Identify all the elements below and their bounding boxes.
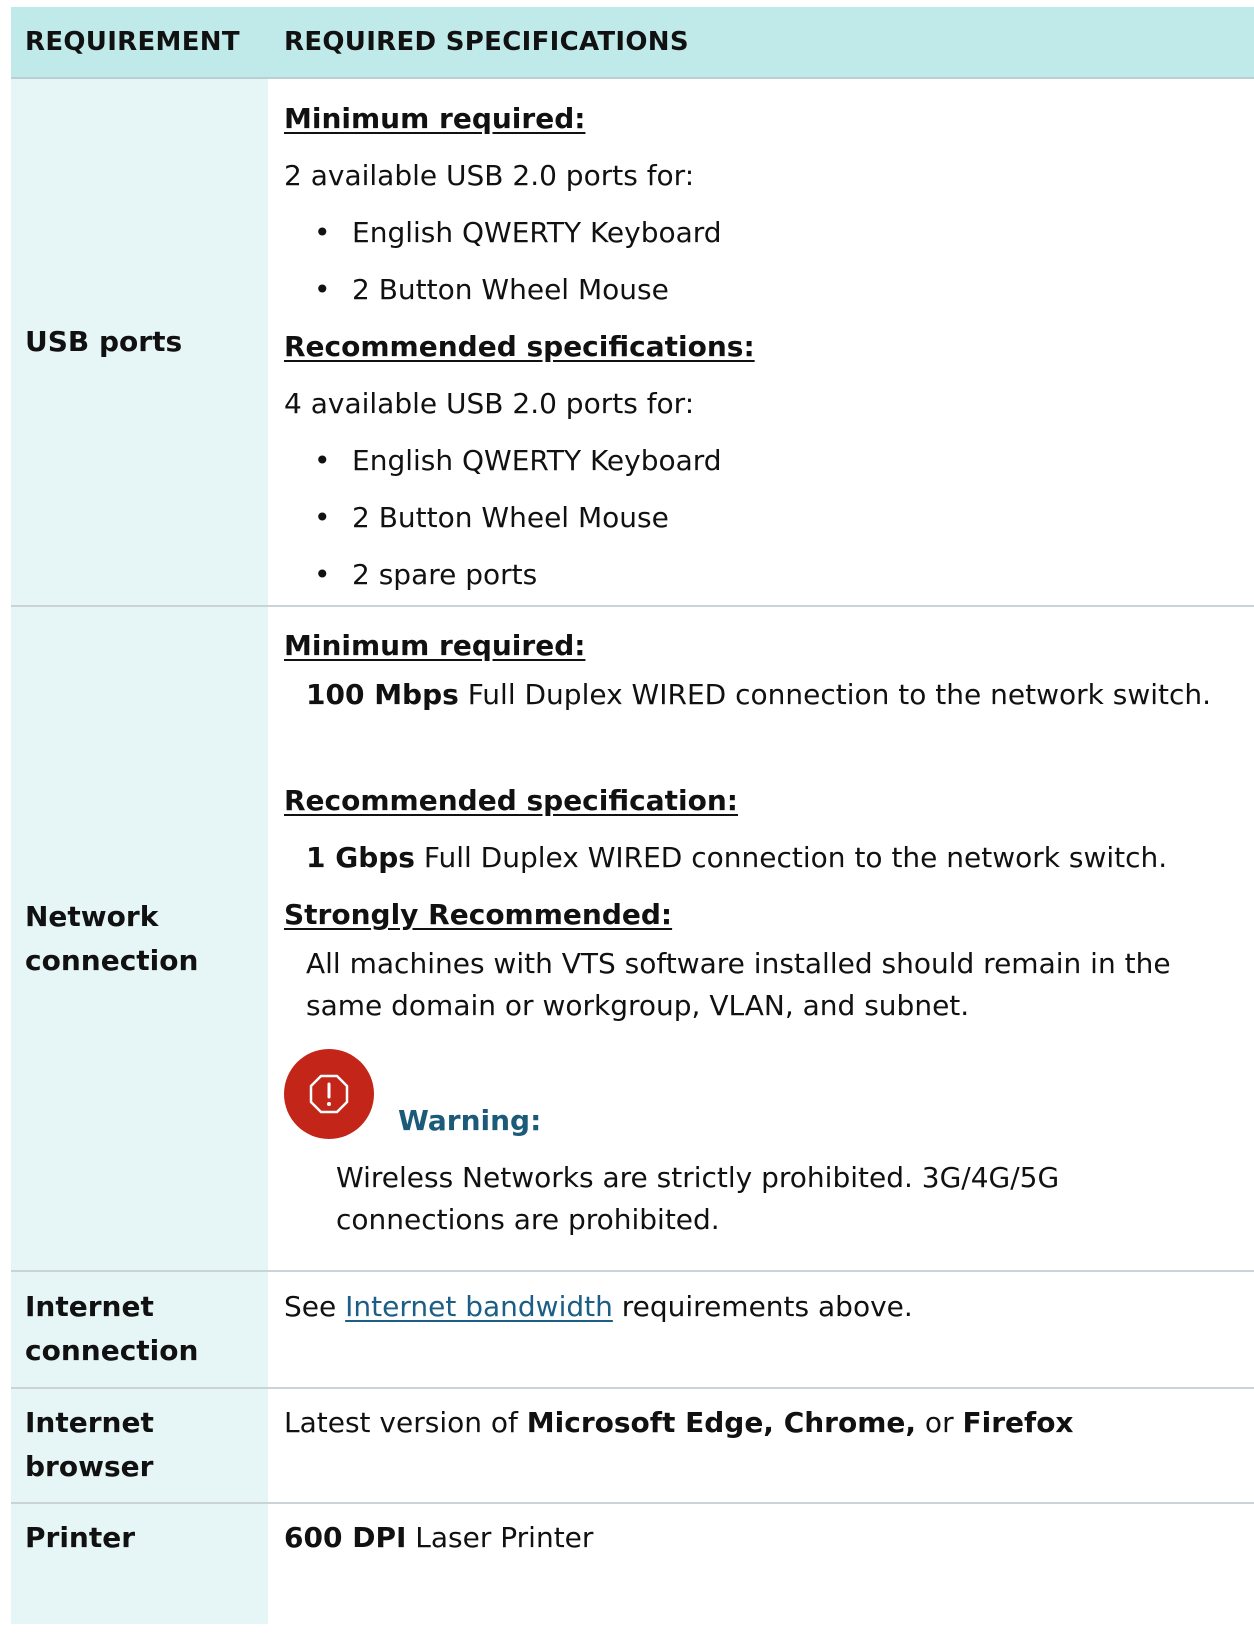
spec-network-connection: Minimum required: 100 Mbps Full Duplex W… bbox=[268, 607, 1254, 1270]
requirements-table: REQUIREMENT REQUIRED SPECIFICATIONS USB … bbox=[11, 7, 1254, 1624]
label-line: Internet bbox=[25, 1290, 154, 1323]
network-min-heading: Minimum required: bbox=[284, 629, 586, 662]
table-row-internet-connection: Internet connection See Internet bandwid… bbox=[11, 1272, 1254, 1389]
usb-min-text: 2 available USB 2.0 ports for: bbox=[284, 159, 695, 192]
usb-rec-text: 4 available USB 2.0 ports for: bbox=[284, 387, 695, 420]
network-min-text: 100 Mbps Full Duplex WIRED connection to… bbox=[306, 678, 1212, 711]
spec-usb-ports: Minimum required: 2 available USB 2.0 po… bbox=[268, 79, 1254, 605]
warning-callout: Warning: Wireless Networks are strictly … bbox=[284, 1043, 1254, 1253]
label-line: Network bbox=[25, 899, 159, 933]
usb-rec-heading: Recommended specifications: bbox=[284, 330, 755, 363]
network-strong-text: All machines with VTS software installed… bbox=[306, 947, 1171, 1022]
network-rec-text: 1 Gbps Full Duplex WIRED connection to t… bbox=[306, 841, 1168, 874]
label-line: connection bbox=[25, 1334, 199, 1367]
spec-internet-connection: See Internet bandwidth requirements abov… bbox=[284, 1290, 913, 1323]
network-strong-heading: Strongly Recommended: bbox=[284, 898, 673, 931]
table-row-network-connection: Network connection Minimum required: 100… bbox=[11, 607, 1254, 1272]
label-internet-connection: Internet connection bbox=[11, 1272, 268, 1387]
label-network-connection: Network connection bbox=[11, 607, 268, 1270]
warning-title: Warning: bbox=[398, 1104, 542, 1137]
header-specifications: REQUIRED SPECIFICATIONS bbox=[284, 27, 689, 57]
header-requirement: REQUIREMENT bbox=[25, 27, 240, 57]
label-internet-browser: Internet browser bbox=[11, 1389, 268, 1502]
label-line: Internet bbox=[25, 1406, 154, 1439]
list-item: English QWERTY Keyboard bbox=[284, 432, 1254, 489]
list-item: 2 spare ports bbox=[284, 546, 1254, 603]
network-rec-heading: Recommended specification: bbox=[284, 784, 738, 817]
internet-bandwidth-link[interactable]: Internet bandwidth bbox=[345, 1290, 613, 1323]
label-line: browser bbox=[25, 1450, 154, 1483]
warning-text: Wireless Networks are strictly prohibite… bbox=[336, 1161, 1060, 1236]
spec-printer: 600 DPI Laser Printer bbox=[284, 1521, 594, 1554]
spec-internet-browser: Latest version of Microsoft Edge, Chrome… bbox=[284, 1406, 1074, 1439]
table-row-usb-ports: USB ports Minimum required: 2 available … bbox=[11, 79, 1254, 607]
usb-min-heading: Minimum required: bbox=[284, 102, 586, 135]
label-usb-ports: USB ports bbox=[11, 79, 268, 605]
list-item: 2 Button Wheel Mouse bbox=[284, 261, 1254, 318]
label-line: connection bbox=[25, 943, 199, 977]
table-header-row: REQUIREMENT REQUIRED SPECIFICATIONS bbox=[11, 7, 1254, 79]
table-row-printer: Printer 600 DPI Laser Printer bbox=[11, 1504, 1254, 1624]
label-printer: Printer bbox=[11, 1504, 268, 1624]
list-item: English QWERTY Keyboard bbox=[284, 204, 1254, 261]
warning-octagon-icon bbox=[284, 1049, 374, 1139]
list-item: 2 Button Wheel Mouse bbox=[284, 489, 1254, 546]
table-row-internet-browser: Internet browser Latest version of Micro… bbox=[11, 1389, 1254, 1504]
